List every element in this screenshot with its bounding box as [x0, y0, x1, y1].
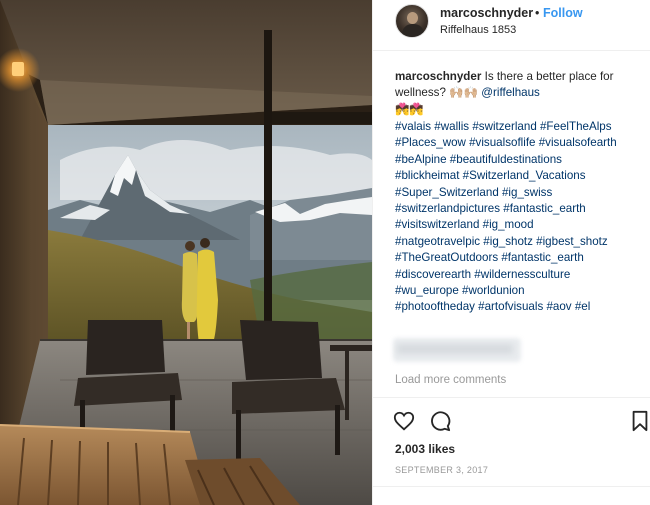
hashtag-list: #valais #wallis #switzerland #FeelTheAlp…: [395, 119, 647, 316]
instagram-post: marcoschnyder • Follow Riffelhaus 1853 m…: [0, 0, 650, 505]
caption-emoji: 💏💏: [395, 102, 424, 116]
matterhorn-wellness-image: [0, 0, 372, 505]
load-more-comments-link[interactable]: Load more comments: [395, 374, 506, 386]
header-separator: •: [535, 6, 540, 20]
post-photo[interactable]: [0, 0, 372, 505]
avatar-face: [407, 12, 418, 24]
avatar[interactable]: [395, 4, 429, 38]
post-sidebar: marcoschnyder • Follow Riffelhaus 1853 m…: [372, 0, 650, 505]
caption: marcoschnyder Is there a better place fo…: [395, 69, 647, 118]
post-date: SEPTEMBER 3, 2017: [395, 465, 489, 475]
hashtag-line[interactable]: #TheGreatOutdoors #fantastic_earth: [395, 250, 647, 266]
comment-box-divider: [373, 486, 650, 487]
hashtag-line[interactable]: #valais #wallis #switzerland #FeelTheAlp…: [395, 119, 647, 135]
bookmark-icon[interactable]: [629, 410, 650, 432]
hashtag-line[interactable]: #discoverearth #wildernessculture: [395, 267, 647, 283]
comment-icon[interactable]: [429, 410, 451, 432]
caption-username[interactable]: marcoschnyder: [395, 70, 481, 83]
header-username[interactable]: marcoschnyder: [440, 6, 533, 20]
mention-link[interactable]: @riffelhaus: [481, 86, 540, 99]
post-header: marcoschnyder • Follow Riffelhaus 1853: [373, 0, 650, 50]
hashtag-line[interactable]: #Places_wow #visualsoflife #visualsofear…: [395, 135, 647, 151]
actions-divider: [373, 397, 650, 398]
hashtag-line[interactable]: #photooftheday #artofvisuals #aov #el: [395, 299, 647, 315]
blurred-comment-text: [397, 344, 513, 354]
hashtag-line[interactable]: #visitswitzerland #ig_mood: [395, 217, 647, 233]
hashtag-line[interactable]: #switzerlandpictures #fantastic_earth: [395, 201, 647, 217]
hashtag-line[interactable]: #blickheimat #Switzerland_Vacations: [395, 168, 647, 184]
avatar-body: [402, 24, 424, 37]
hashtag-line[interactable]: #natgeotravelpic #ig_shotz #igbest_shotz: [395, 234, 647, 250]
couple-figure: [181, 238, 218, 346]
hashtag-line[interactable]: #wu_europe #worldunion: [395, 283, 647, 299]
location-link[interactable]: Riffelhaus 1853: [440, 24, 516, 36]
follow-button[interactable]: Follow: [543, 6, 583, 20]
hashtag-line[interactable]: #Super_Switzerland #ig_swiss: [395, 185, 647, 201]
hashtag-line[interactable]: #beAlpine #beautifuldestinations: [395, 152, 647, 168]
heart-icon[interactable]: [393, 410, 415, 432]
like-count[interactable]: 2,003 likes: [395, 442, 455, 456]
header-divider: [373, 50, 650, 51]
